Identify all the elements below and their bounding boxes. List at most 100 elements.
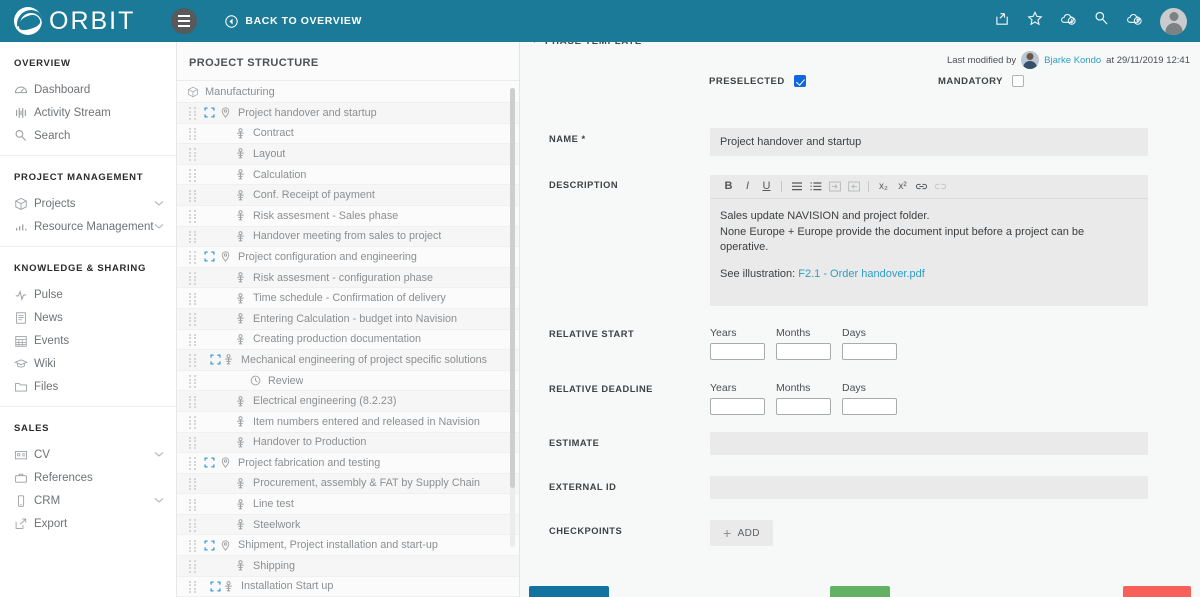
cloud-download-icon[interactable] (1060, 12, 1077, 31)
preselected-checkbox[interactable] (793, 75, 806, 87)
drag-handle-icon[interactable] (189, 375, 198, 388)
expand-icon[interactable] (210, 581, 223, 592)
chevron-down-icon[interactable] (530, 42, 539, 47)
phase-template-header[interactable]: PHASE TEMPLATE (530, 42, 642, 47)
description-editor[interactable]: B I U x₂ x² Sales update NAVISION and pr… (710, 175, 1148, 306)
expand-icon[interactable] (204, 251, 217, 262)
tree-row[interactable]: Calculation (177, 164, 519, 186)
link-icon[interactable] (912, 177, 931, 196)
drag-handle-icon[interactable] (189, 127, 198, 141)
tree-row[interactable]: Item numbers entered and released in Nav… (177, 411, 519, 433)
apply-button[interactable] (830, 586, 890, 597)
superscript-icon[interactable]: x² (893, 177, 912, 196)
sidebar-item-projects[interactable]: Projects (0, 192, 176, 215)
sidebar-item-events[interactable]: Events (0, 329, 176, 352)
sidebar-item-dashboard[interactable]: Dashboard (0, 78, 176, 101)
tree-row[interactable]: Mechanical engineering of project specif… (177, 350, 519, 371)
outdent-icon[interactable] (844, 177, 863, 196)
tree-row[interactable]: Electrical engineering (8.2.23) (177, 391, 519, 412)
tree-row[interactable]: Entering Calculation - budget into Navis… (177, 308, 519, 330)
tree-row[interactable]: Creating production documentation (177, 329, 519, 351)
chevron-down-icon[interactable] (154, 200, 164, 207)
drag-handle-icon[interactable] (189, 457, 198, 470)
chevron-down-icon[interactable] (154, 497, 164, 504)
sidebar-item-files[interactable]: Files (0, 375, 176, 398)
drag-handle-icon[interactable] (189, 210, 198, 223)
sidebar-item-resource-management[interactable]: Resource Management (0, 215, 176, 238)
cloud-upload-icon[interactable] (1126, 12, 1143, 31)
drag-handle-icon[interactable] (189, 498, 198, 512)
drag-handle-icon[interactable] (189, 539, 198, 553)
add-checkpoint-button[interactable]: + ADD (710, 520, 773, 546)
external-id-input[interactable] (710, 476, 1148, 499)
name-input[interactable]: Project handover and startup (710, 128, 1148, 156)
relative-start-years-input[interactable] (710, 343, 765, 360)
illustration-link[interactable]: F2.1 - Order handover.pdf (798, 268, 925, 280)
tree-row[interactable]: Layout (177, 144, 519, 165)
sidebar-item-cv[interactable]: CV (0, 443, 176, 466)
tree-row[interactable]: Shipment, Project installation and start… (177, 535, 519, 557)
ordered-list-icon[interactable] (806, 177, 825, 196)
drag-handle-icon[interactable] (189, 189, 198, 203)
sidebar-item-wiki[interactable]: Wiki (0, 352, 176, 375)
save-button[interactable] (529, 586, 609, 597)
drag-handle-icon[interactable] (189, 436, 198, 450)
drag-handle-icon[interactable] (189, 251, 198, 264)
chevron-down-icon[interactable] (154, 451, 164, 458)
relative-deadline-months-input[interactable] (776, 398, 831, 415)
underline-icon[interactable]: U (757, 177, 776, 196)
drag-handle-icon[interactable] (189, 230, 198, 244)
tree-row[interactable]: Project configuration and engineering (177, 247, 519, 268)
drag-handle-icon[interactable] (189, 477, 198, 491)
last-modified-user[interactable]: Bjarke Kondo (1044, 55, 1101, 66)
tree-row[interactable]: Handover meeting from sales to project (177, 226, 519, 248)
tree-row[interactable]: Installation Start up (177, 576, 519, 597)
expand-icon[interactable] (204, 107, 217, 118)
sidebar-item-news[interactable]: News (0, 306, 176, 329)
back-to-overview-button[interactable]: BACK TO OVERVIEW (225, 14, 362, 28)
expand-icon[interactable] (204, 457, 217, 468)
tree-root-node[interactable]: Manufacturing (177, 81, 519, 103)
sidebar-item-references[interactable]: References (0, 466, 176, 489)
unlink-icon[interactable] (931, 177, 950, 196)
indent-icon[interactable] (825, 177, 844, 196)
mandatory-checkbox[interactable] (1012, 75, 1025, 87)
tree-row[interactable]: Project handover and startup (177, 103, 519, 124)
drag-handle-icon[interactable] (189, 580, 198, 594)
chevron-down-icon[interactable] (154, 223, 164, 230)
subscript-icon[interactable]: x₂ (874, 177, 893, 196)
drag-handle-icon[interactable] (189, 148, 198, 161)
tree-row[interactable]: Shipping (177, 556, 519, 577)
user-avatar[interactable] (1160, 7, 1187, 35)
star-icon[interactable] (1027, 10, 1043, 32)
tree-row[interactable]: Procurement, assembly & FAT by Supply Ch… (177, 473, 519, 495)
tree-row[interactable]: Steelwork (177, 514, 519, 536)
relative-start-days-input[interactable] (842, 343, 897, 360)
tree-scrollbar[interactable] (510, 88, 515, 547)
expand-icon[interactable] (204, 540, 217, 551)
unordered-list-icon[interactable] (787, 177, 806, 196)
drag-handle-icon[interactable] (189, 416, 198, 429)
tree-row[interactable]: Line test (177, 494, 519, 515)
drag-handle-icon[interactable] (189, 107, 198, 120)
sidebar-item-crm[interactable]: CRM (0, 489, 176, 512)
tree-row[interactable]: Time schedule - Confirmation of delivery (177, 288, 519, 309)
description-text[interactable]: Sales update NAVISION and project folder… (710, 199, 1148, 256)
drag-handle-icon[interactable] (189, 272, 198, 285)
tree-row[interactable]: Risk assesment - configuration phase (177, 267, 519, 289)
tree-row[interactable]: Contract (177, 123, 519, 145)
sidebar-item-search[interactable]: Search (0, 124, 176, 147)
italic-icon[interactable]: I (738, 177, 757, 196)
estimate-input[interactable] (710, 432, 1148, 455)
tree-scrollbar-thumb[interactable] (510, 88, 515, 488)
drag-handle-icon[interactable] (189, 519, 198, 532)
expand-icon[interactable] (210, 354, 223, 365)
sidebar-item-export[interactable]: Export (0, 512, 176, 535)
drag-handle-icon[interactable] (189, 292, 198, 306)
tree-row[interactable]: Conf. Receipt of payment (177, 185, 519, 206)
tree-row[interactable]: Handover to Production (177, 432, 519, 454)
tree-row[interactable]: Project fabrication and testing (177, 453, 519, 474)
tree-row[interactable]: Review (177, 370, 519, 392)
drag-handle-icon[interactable] (189, 313, 198, 326)
drag-handle-icon[interactable] (189, 169, 198, 182)
